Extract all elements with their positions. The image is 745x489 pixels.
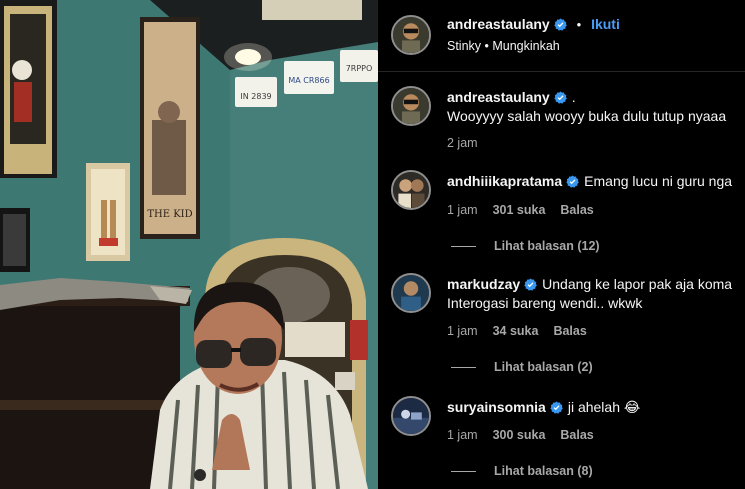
comment-meta: 2 jam: [447, 136, 493, 150]
comment-meta: 1 jam 301 suka Balas: [447, 203, 609, 217]
comment-text: markudzay Undang ke lapor pak aja koma In…: [447, 275, 745, 313]
view-replies-label: Lihat balasan (12): [494, 239, 600, 253]
post-header: andreastaulany • Ikuti Stinky • Mungkink…: [378, 0, 745, 72]
comment-time: 1 jam: [447, 203, 478, 217]
header-title-row: andreastaulany • Ikuti: [447, 16, 620, 32]
comment-body: Emang lucu ni guru nga: [584, 173, 733, 189]
view-replies-button[interactable]: Lihat balasan (8): [451, 464, 593, 478]
verified-badge-icon: [554, 91, 567, 104]
reply-button[interactable]: Balas: [560, 428, 593, 442]
reply-button[interactable]: Balas: [553, 324, 586, 338]
video-frame[interactable]: THE KID IN 2839 MA CR866 7RPPO: [0, 0, 378, 489]
view-replies-button[interactable]: Lihat balasan (12): [451, 239, 600, 253]
replies-divider: [451, 471, 476, 473]
audio-track-label[interactable]: Stinky • Mungkinkah: [447, 39, 560, 53]
reply-button[interactable]: Balas: [560, 203, 593, 217]
comments-panel: andreastaulany • Ikuti Stinky • Mungkink…: [378, 0, 745, 489]
poster-caption: THE KID: [147, 209, 192, 220]
plate-2-text: MA CR866: [288, 76, 329, 85]
replies-divider: [451, 367, 476, 369]
verified-badge-icon: [550, 401, 563, 414]
comment-text: andhiiikapratama Emang lucu ni guru nga: [447, 172, 745, 191]
author-avatar[interactable]: [391, 15, 431, 55]
like-count[interactable]: 34 suka: [493, 324, 539, 338]
author-username[interactable]: andreastaulany: [447, 16, 550, 32]
verified-badge-icon: [554, 18, 567, 31]
comment-text: suryainsomnia ji ahelah 😂: [447, 398, 745, 417]
view-replies-label: Lihat balasan (2): [494, 360, 593, 374]
view-replies-button[interactable]: Lihat balasan (2): [451, 360, 593, 374]
follow-button[interactable]: Ikuti: [591, 16, 620, 32]
commenter-username[interactable]: suryainsomnia: [447, 399, 546, 415]
commenter-avatar[interactable]: [391, 396, 431, 436]
verified-badge-icon: [566, 175, 579, 188]
comment-text: andreastaulany. Wooyyyy salah wooyy buka…: [447, 88, 745, 126]
comment-body: .: [571, 89, 576, 105]
comment-time: 1 jam: [447, 324, 478, 338]
commenter-avatar[interactable]: [391, 86, 431, 126]
plate-1-text: IN 2839: [240, 92, 271, 101]
plate-3-text: 7RPPO: [346, 64, 373, 73]
header-separator: •: [576, 17, 582, 32]
commenter-username[interactable]: andhiiikapratama: [447, 173, 562, 189]
comment-meta: 1 jam 300 suka Balas: [447, 428, 609, 442]
comment-body-line2: Wooyyyy salah wooyy buka dulu tutup nyaa…: [447, 108, 727, 124]
like-count[interactable]: 300 suka: [493, 428, 546, 442]
view-replies-label: Lihat balasan (8): [494, 464, 593, 478]
commenter-avatar[interactable]: [391, 273, 431, 313]
comment-meta: 1 jam 34 suka Balas: [447, 324, 602, 338]
comment-time: 1 jam: [447, 428, 478, 442]
verified-badge-icon: [524, 278, 537, 291]
replies-divider: [451, 246, 476, 248]
comment-body-line2: Interogasi bareng wendi.. wkwk: [447, 295, 643, 311]
comment-body: ji ahelah 😂: [567, 399, 641, 415]
comment-time: 2 jam: [447, 136, 478, 150]
comment-body: Undang ke lapor pak aja koma: [542, 276, 733, 292]
commenter-avatar[interactable]: [391, 170, 431, 210]
commenter-username[interactable]: andreastaulany: [447, 89, 550, 105]
like-count[interactable]: 301 suka: [493, 203, 546, 217]
commenter-username[interactable]: markudzay: [447, 276, 520, 292]
